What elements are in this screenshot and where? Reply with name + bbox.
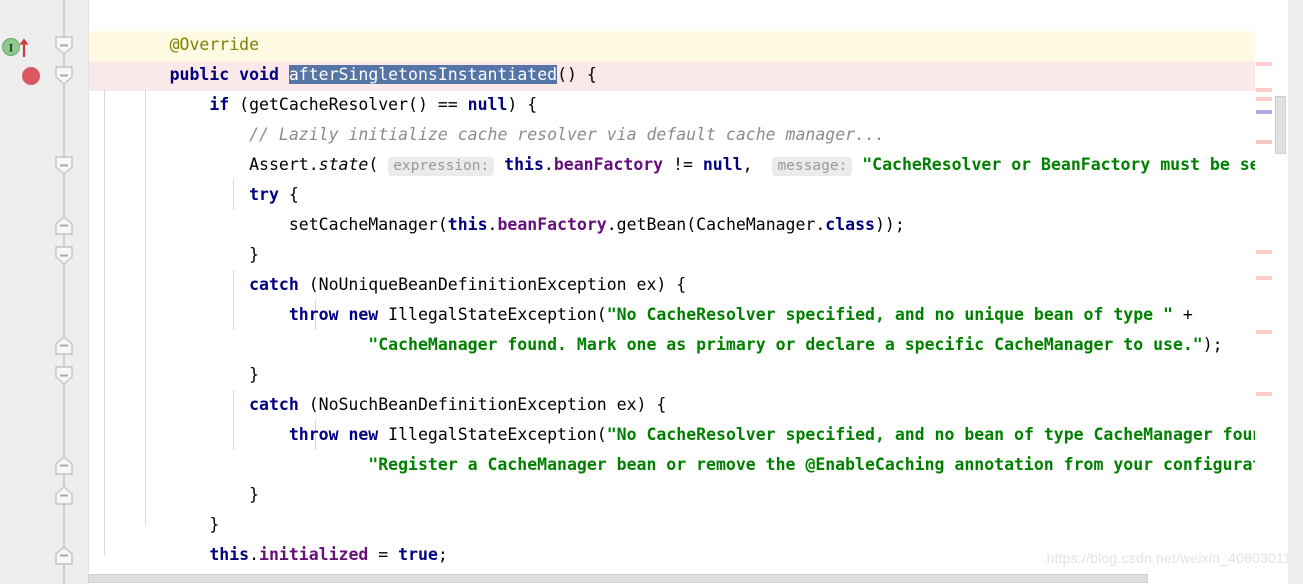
fold-collapse-icon[interactable]	[55, 246, 73, 265]
error-stripe-mark[interactable]	[1256, 110, 1272, 114]
fold-collapse-icon[interactable]	[55, 66, 73, 85]
editor-gutter[interactable]: I	[0, 0, 46, 584]
horizontal-scrollbar[interactable]	[88, 573, 1255, 584]
code-text-area[interactable]: @Override public void afterSingletonsIns…	[88, 0, 1255, 584]
code-line[interactable]: }	[110, 450, 259, 504]
keyword-this: this	[504, 155, 544, 174]
code-line[interactable]: @Override	[110, 0, 259, 54]
error-stripe-mark[interactable]	[1256, 330, 1272, 334]
semicolon: ;	[437, 545, 448, 564]
method-state: state	[318, 155, 369, 174]
keyword-null: null	[702, 155, 743, 174]
tail: );	[1202, 335, 1223, 354]
code-line[interactable]: }	[110, 480, 219, 534]
keyword-this: this	[209, 545, 250, 564]
code-line[interactable]: }	[110, 330, 259, 384]
call-setCacheManager: setCacheManager(	[288, 215, 448, 234]
fold-expand-icon[interactable]	[55, 456, 73, 475]
implementing-method-marker-icon[interactable]: I	[2, 36, 32, 58]
code-line[interactable]: throw new IllegalStateException("No Cach…	[110, 270, 1193, 324]
operator-ne: !=	[663, 155, 703, 174]
code-line[interactable]: Assert.state( expression: this.beanFacto…	[110, 120, 1255, 176]
code-line[interactable]: }	[110, 540, 180, 584]
string-cacheresolver-message: "CacheResolver or BeanFactory must be se…	[862, 155, 1255, 174]
watermark: https://blog.csdn.net/weixin_40803011	[1046, 550, 1291, 566]
breakpoint-icon[interactable]	[21, 66, 41, 86]
horizontal-scrollbar-thumb[interactable]	[88, 574, 1148, 583]
code-line[interactable]: if (getCacheResolver() == null) {	[110, 60, 537, 114]
error-stripe[interactable]	[1255, 0, 1273, 584]
vertical-scrollbar-track[interactable]	[1273, 0, 1288, 584]
code-line[interactable]: "CacheManager found. Mark one as primary…	[110, 300, 1222, 354]
vertical-scrollbar-thumb[interactable]	[1275, 96, 1286, 154]
code-line[interactable]: public void afterSingletonsInstantiated(…	[110, 30, 597, 84]
method-signature-tail: () {	[557, 65, 597, 84]
error-stripe-mark[interactable]	[1256, 88, 1272, 92]
fold-collapse-icon[interactable]	[55, 36, 73, 55]
error-stripe-mark[interactable]	[1256, 250, 1272, 254]
string-register-cachemanager: "Register a CacheManager bean or remove …	[368, 455, 1255, 474]
field-beanFactory: beanFactory	[553, 155, 664, 174]
call-getBean: .getBean(CacheManager.	[606, 215, 826, 234]
error-stripe-mark[interactable]	[1256, 97, 1272, 101]
fold-expand-icon[interactable]	[55, 216, 73, 235]
editor-right-margin	[1288, 0, 1303, 584]
dot: .	[249, 545, 260, 564]
keyword-true: true	[398, 545, 438, 564]
fold-expand-icon[interactable]	[55, 546, 73, 565]
error-stripe-mark[interactable]	[1256, 140, 1272, 144]
code-line[interactable]: catch (NoSuchBeanDefinitionException ex)…	[110, 360, 666, 414]
error-stripe-mark[interactable]	[1256, 276, 1272, 280]
inlay-hint-expression[interactable]: expression:	[388, 157, 495, 176]
vertical-scrollbar[interactable]	[1273, 0, 1288, 584]
tail: ));	[874, 215, 905, 234]
string-cachemanager-found: "CacheManager found. Mark one as primary…	[368, 335, 1203, 354]
fold-collapse-icon[interactable]	[55, 366, 73, 385]
open-paren: (	[368, 155, 389, 174]
dot: .	[543, 155, 554, 174]
error-stripe-mark[interactable]	[1256, 392, 1272, 396]
code-line[interactable]: this.initialized = true;	[110, 510, 447, 564]
keyword-this: this	[447, 215, 488, 234]
field-beanFactory: beanFactory	[497, 215, 607, 234]
code-line[interactable]: try {	[110, 150, 299, 204]
field-initialized: initialized	[259, 545, 369, 564]
fold-expand-icon[interactable]	[55, 336, 73, 355]
svg-text:I: I	[9, 44, 14, 55]
code-line[interactable]: "Register a CacheManager bean or remove …	[110, 420, 1255, 474]
code-folding-gutter[interactable]	[46, 0, 88, 584]
code-line[interactable]: }	[110, 210, 259, 264]
code-line[interactable]: // Lazily initialize cache resolver via …	[110, 90, 885, 144]
code-line[interactable]: setCacheManager(this.beanFactory.getBean…	[110, 180, 905, 234]
dot: .	[487, 215, 498, 234]
assign: =	[368, 545, 399, 564]
comma: ,	[742, 155, 773, 174]
code-line[interactable]: catch (NoUniqueBeanDefinitionException e…	[110, 240, 686, 294]
code-editor[interactable]: I @Override public void afterSingletonsI…	[0, 0, 1303, 584]
keyword-class: class	[825, 215, 875, 234]
inlay-hint-message[interactable]: message:	[772, 157, 853, 176]
fold-collapse-icon[interactable]	[55, 156, 73, 175]
code-line[interactable]: throw new IllegalStateException("No Cach…	[110, 390, 1255, 444]
error-stripe-mark[interactable]	[1256, 62, 1272, 66]
indent-guide	[104, 90, 105, 555]
fold-expand-icon[interactable]	[55, 486, 73, 505]
